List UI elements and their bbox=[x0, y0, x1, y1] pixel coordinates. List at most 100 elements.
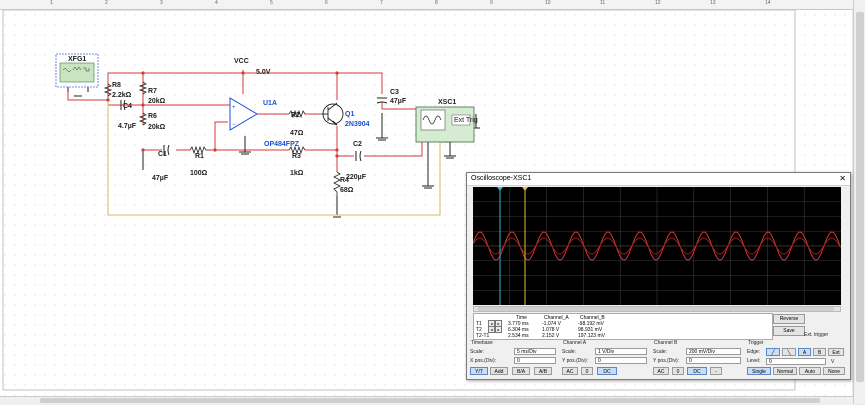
xsc-ext-trig: Ext Trig bbox=[454, 117, 478, 124]
resistor-icons bbox=[103, 81, 341, 196]
timebase-xpos-label: X pos.(Div): bbox=[470, 358, 497, 364]
timebase-scale-label: Scale: bbox=[470, 349, 484, 355]
trigger-source-a[interactable]: A bbox=[798, 348, 811, 356]
arrow-right-icon[interactable]: ▸ bbox=[495, 326, 502, 333]
mode-yt-button[interactable]: Y/T bbox=[470, 367, 488, 375]
channel-a-ac-button[interactable]: AC bbox=[562, 367, 578, 375]
readout-diff-a: 2.152 V bbox=[542, 333, 560, 339]
ruler-mark: 11 bbox=[600, 0, 606, 6]
r6-name: R6 bbox=[148, 113, 157, 120]
trigger-level-label: Level: bbox=[747, 358, 761, 364]
arrow-left-icon[interactable]: ◂ bbox=[488, 326, 495, 333]
channel-b-dc-button[interactable]: DC bbox=[687, 367, 707, 375]
close-icon[interactable]: ✕ bbox=[839, 173, 846, 185]
trigger-normal-button[interactable]: Normal bbox=[773, 367, 797, 375]
scope-scrollbar[interactable] bbox=[473, 306, 841, 312]
opamp-name: U1A bbox=[263, 100, 277, 107]
ruler-mark: 4 bbox=[215, 0, 218, 6]
ruler-mark: 13 bbox=[710, 0, 716, 6]
scope-scroll-thumb[interactable] bbox=[478, 307, 834, 311]
channel-a-zero-button[interactable]: 0 bbox=[581, 367, 593, 375]
trigger-level-field[interactable]: 0 bbox=[766, 358, 826, 365]
c4-value: 4.7µF bbox=[118, 123, 137, 130]
c4-name: C4 bbox=[123, 103, 132, 110]
horizontal-scroll-thumb[interactable] bbox=[40, 398, 820, 403]
cursor-readout-table: Time Channel_A Channel_B T1 ◂ ▸ 3.770 ms … bbox=[473, 313, 773, 340]
trigger-none-button[interactable]: None bbox=[823, 367, 845, 375]
edge-rising-icon[interactable]: ╱ bbox=[766, 348, 780, 356]
channel-b-zero-button[interactable]: 0 bbox=[672, 367, 684, 375]
trigger-edge-label: Edge: bbox=[747, 349, 761, 355]
edge-falling-icon[interactable]: ╲ bbox=[782, 348, 796, 356]
ruler-mark: 10 bbox=[545, 0, 551, 6]
trigger-single-button[interactable]: Single bbox=[747, 367, 771, 375]
r1-value: 100Ω bbox=[190, 170, 208, 177]
cursor-t1-handle-icon[interactable] bbox=[497, 187, 503, 191]
scope-screen[interactable] bbox=[472, 187, 841, 305]
vertical-scrollbar[interactable] bbox=[853, 0, 865, 404]
trigger-source-ext[interactable]: Ext bbox=[828, 348, 844, 356]
c2-value: 220µF bbox=[346, 174, 367, 181]
r1-name: R1 bbox=[195, 153, 204, 160]
channel-b-invert-button[interactable]: - bbox=[710, 367, 722, 375]
trigger-title: Trigger bbox=[748, 340, 764, 346]
svg-text:−: − bbox=[232, 122, 236, 128]
ruler-mark: 2 bbox=[105, 0, 108, 6]
trigger-level-unit: V bbox=[831, 359, 835, 365]
oscilloscope-window[interactable]: Oscilloscope-XSC1 ✕ Time Channel_A Chann… bbox=[466, 172, 851, 380]
c3-value: 47µF bbox=[390, 98, 407, 105]
c1-value: 47µF bbox=[152, 175, 169, 182]
r7-value: 20kΩ bbox=[148, 98, 166, 105]
channel-b-title: Channel B bbox=[654, 340, 678, 346]
channel-a-scale-field[interactable]: 1 V/Div bbox=[595, 348, 647, 355]
readout-row-diff-label: T2-T1 bbox=[476, 333, 490, 339]
opamp-part: OP484FPZ bbox=[264, 141, 300, 148]
c3-name: C3 bbox=[390, 89, 399, 96]
vcc-value: 5.0V bbox=[256, 69, 271, 76]
channel-b-ypos-label: Y pos.(Div): bbox=[653, 358, 680, 364]
channel-a-scale-label: Scale: bbox=[562, 349, 576, 355]
opamp-icon[interactable]: + − bbox=[229, 97, 258, 131]
channel-b-ac-button[interactable]: AC bbox=[653, 367, 669, 375]
save-button[interactable]: Save bbox=[773, 326, 805, 336]
transistor-name: Q1 bbox=[345, 111, 354, 118]
ruler-mark: 6 bbox=[325, 0, 328, 6]
timebase-xpos-field[interactable]: 0 bbox=[514, 357, 556, 364]
cursor-t2-handle-icon[interactable] bbox=[522, 187, 528, 191]
channel-b-scale-field[interactable]: 200 mV/Div bbox=[686, 348, 741, 355]
r7-name: R7 bbox=[148, 88, 157, 95]
r4-value: 68Ω bbox=[340, 187, 354, 194]
r3-name: R3 bbox=[292, 153, 301, 160]
oscilloscope-title-bar[interactable]: Oscilloscope-XSC1 ✕ bbox=[467, 173, 850, 186]
ruler-mark: 12 bbox=[655, 0, 661, 6]
ruler-mark: 7 bbox=[380, 0, 383, 6]
r8-value: 2.2kΩ bbox=[112, 92, 132, 99]
mode-add-button[interactable]: Add bbox=[490, 367, 508, 375]
vertical-scroll-thumb[interactable] bbox=[856, 12, 864, 382]
oscilloscope-symbol-icon[interactable] bbox=[415, 106, 475, 143]
top-ruler: 1 2 3 4 5 6 7 8 9 10 11 12 13 14 bbox=[0, 0, 855, 10]
channel-a-ypos-field[interactable]: 0 bbox=[595, 357, 647, 364]
junction-dots bbox=[106, 71, 339, 158]
ruler-mark: 1 bbox=[50, 0, 53, 6]
channel-a-dc-button[interactable]: DC bbox=[597, 367, 617, 375]
r6-value: 20kΩ bbox=[148, 124, 166, 131]
channel-b-scale-label: Scale: bbox=[653, 349, 667, 355]
transistor-part: 2N3904 bbox=[345, 121, 370, 128]
ruler-mark: 3 bbox=[160, 0, 163, 6]
channel-b-ypos-field[interactable]: 0 bbox=[686, 357, 741, 364]
svg-text:+: + bbox=[232, 105, 236, 111]
trigger-auto-button[interactable]: Auto bbox=[799, 367, 821, 375]
scope-display bbox=[472, 187, 841, 305]
channel-a-title: Channel A bbox=[563, 340, 587, 346]
r3-value: 1kΩ bbox=[290, 170, 304, 177]
t2-cursor-arrows[interactable]: ◂ ▸ bbox=[488, 326, 502, 333]
mode-ab-button[interactable]: A/B bbox=[534, 367, 552, 375]
xfg-label: XFG1 bbox=[68, 56, 86, 63]
timebase-scale-field[interactable]: 5 ms/Div bbox=[514, 348, 556, 355]
transistor-icon[interactable] bbox=[322, 102, 344, 126]
ext-trigger-label: Ext. trigger bbox=[804, 332, 829, 338]
mode-ba-button[interactable]: B/A bbox=[512, 367, 530, 375]
reverse-button[interactable]: Reverse bbox=[773, 314, 805, 324]
trigger-source-b[interactable]: B bbox=[813, 348, 826, 356]
